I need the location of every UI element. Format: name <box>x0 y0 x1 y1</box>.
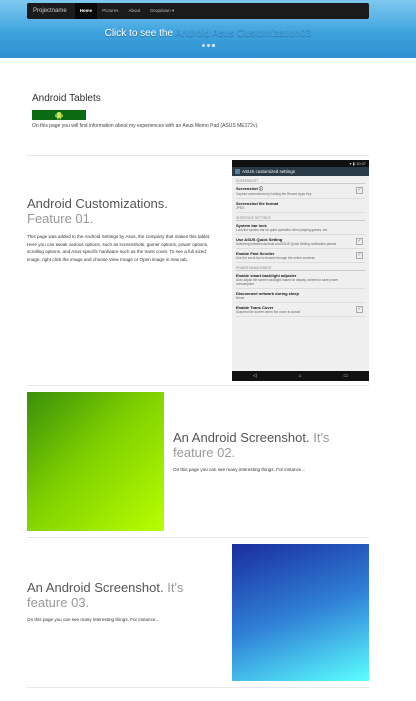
carousel-dot[interactable] <box>206 44 210 47</box>
feature2-heading: An Android Screenshot. It's feature 02. <box>173 430 369 460</box>
phone-settings-item: Use ASUS Quick Setting Switching between … <box>236 235 365 249</box>
carousel-dot-active[interactable] <box>211 44 215 47</box>
hero-caption-link[interactable]: Android Asus Customization03 <box>175 28 311 39</box>
phone-settings-item: Enable Trans Cover Suspend the screen whe… <box>236 303 365 317</box>
feature1-heading: Android Customizations. Feature 01. <box>27 196 227 226</box>
recents-icon: ▭ <box>343 373 349 379</box>
feature1-text: This page was added to the Android Setti… <box>27 234 211 262</box>
checkbox-checked-icon: ✓ <box>356 187 363 194</box>
home-icon: ⌂ <box>298 373 302 379</box>
android-robot-icon <box>55 111 63 120</box>
phone-settings-item-subtitle: Capture screenshots by holding the Recen… <box>236 192 312 196</box>
back-icon: ◁ <box>252 373 257 379</box>
navbar: Projectname Home Pictures About Dropdown… <box>27 3 369 19</box>
carousel-indicators <box>0 44 416 47</box>
phone-settings-item-subtitle: Auto adjust the screen backlight based o… <box>236 278 339 286</box>
phone-settings-item-subtitle: Lock the system bar for quiet operation … <box>236 228 328 232</box>
feature2-heading-main: An Android Screenshot. <box>173 430 310 445</box>
phone-settings-section-header: POWER MANAGEMENT <box>236 263 365 271</box>
nav-item-about[interactable]: About <box>123 3 145 19</box>
tablets-description: On this page you will find information a… <box>32 123 259 129</box>
phone-settings-list: SCREENSHOT Screenshot ⓘ Capture screenshot… <box>232 176 369 317</box>
phone-settings-item: Screenshot ⓘ Capture screenshots by holdi… <box>236 184 365 199</box>
navbar-brand[interactable]: Projectname <box>27 8 75 14</box>
feature3-heading: An Android Screenshot. It's feature 03. <box>27 580 227 610</box>
feature2-text: On this page you can see many interestin… <box>173 467 306 472</box>
phone-app-bar: ASUS customized settings <box>232 167 369 176</box>
phone-settings-item-subtitle: JPEG <box>236 206 245 210</box>
android-settings-screenshot[interactable]: ▾ ▮ 10:37 ASUS customized settings SCREE… <box>232 160 369 381</box>
hero-carousel[interactable]: Projectname Home Pictures About Dropdown… <box>0 0 416 58</box>
featurette-divider <box>27 537 369 538</box>
feature3-heading-main: An Android Screenshot. <box>27 580 164 595</box>
nav-item-home[interactable]: Home <box>74 3 98 19</box>
feature1-heading-main: Android Customizations. <box>27 196 168 211</box>
feature1-heading-muted: Feature 01. <box>27 211 94 226</box>
phone-settings-item: Enable smart backlight adjuster Auto adju… <box>236 271 365 289</box>
feature3-placeholder-image <box>232 544 369 681</box>
hero-caption-text: Click to see the <box>104 28 176 39</box>
hero-caption: Click to see the Android Asus Customizat… <box>0 28 416 39</box>
phone-settings-item: Screenshot file format JPEG <box>236 199 365 213</box>
phone-settings-item-subtitle: Suspend the screen when the cover is clo… <box>236 310 301 314</box>
featurette-divider <box>27 155 369 156</box>
feature3-text: On this page you can see many interestin… <box>27 617 160 622</box>
phone-settings-section-header: INTERFACE SETTINGS <box>236 213 365 221</box>
phone-settings-item-subtitle: Never <box>236 296 245 300</box>
checkbox-checked-icon: ✓ <box>356 252 363 259</box>
nav-item-dropdown[interactable]: Dropdown ▾ <box>145 3 179 19</box>
nav-item-pictures[interactable]: Pictures <box>97 3 123 19</box>
phone-status-bar: ▾ ▮ 10:37 <box>232 160 369 167</box>
carousel-dot[interactable] <box>201 44 205 47</box>
phone-settings-item: Enable Fast Scroller Use the scroll bar t… <box>236 249 365 263</box>
checkbox-checked-icon: ✓ <box>356 238 363 245</box>
phone-settings-item-subtitle: Use the scroll bar to browse through the… <box>236 256 315 260</box>
android-banner-image <box>32 110 86 120</box>
featurette-divider <box>27 687 369 688</box>
phone-nav-bar: ◁ ⌂ ▭ <box>232 371 369 381</box>
checkbox-checked-icon: ✓ <box>356 306 363 313</box>
feature2-placeholder-image <box>27 392 164 531</box>
tablets-title: Android Tablets <box>32 93 101 104</box>
phone-settings-section-header: SCREENSHOT <box>236 176 365 184</box>
featurette-divider <box>27 385 369 386</box>
phone-settings-item: System bar lock Lock the system bar for q… <box>236 221 365 235</box>
phone-settings-item: Disconnect network during sleep Never <box>236 289 365 303</box>
phone-settings-item-subtitle: Switching between Android and ASUS Quick… <box>236 242 337 246</box>
